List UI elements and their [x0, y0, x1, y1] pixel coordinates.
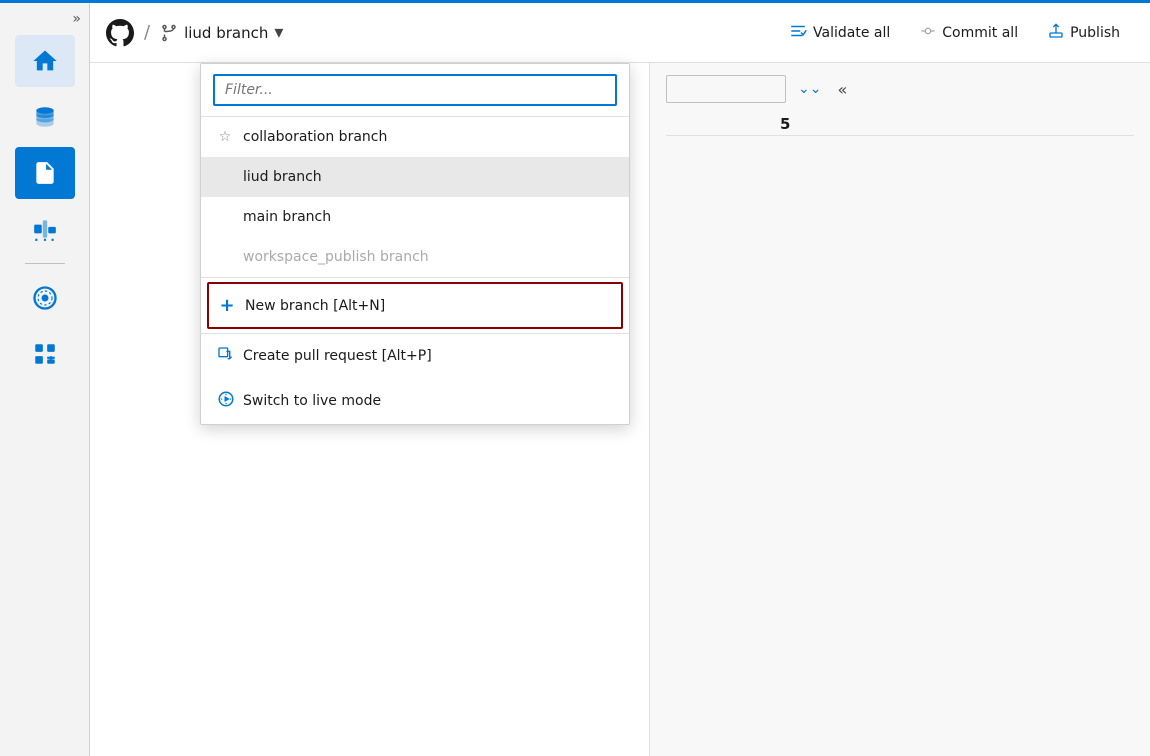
- branch-item-collaboration[interactable]: ☆ collaboration branch: [201, 117, 629, 157]
- toolbar: / liud branch ▾: [90, 3, 1150, 63]
- branch-dropdown: ☆ collaboration branch liud branch main …: [200, 63, 630, 425]
- extra-action-list: Create pull request [Alt+P]: [201, 334, 629, 424]
- branch-chevron-icon: ▾: [274, 22, 283, 43]
- branch-item-label: liud branch: [243, 169, 322, 185]
- branch-item-workspace-publish[interactable]: workspace_publish branch: [201, 237, 629, 277]
- switch-live-label: Switch to live mode: [243, 393, 381, 409]
- monitor-icon: [31, 284, 59, 312]
- right-panel: ⌄⌄ « 5: [650, 63, 1150, 756]
- sidebar-item-pipeline[interactable]: [15, 203, 75, 255]
- sidebar: »: [0, 3, 90, 756]
- database-icon: [32, 104, 58, 130]
- commit-icon: [920, 23, 936, 43]
- sidebar-item-monitor[interactable]: [15, 272, 75, 324]
- main-content: / liud branch ▾: [90, 3, 1150, 756]
- dropdown-filter-section: [201, 64, 629, 117]
- left-panel: ☆ collaboration branch liud branch main …: [90, 63, 650, 756]
- publish-button[interactable]: Publish: [1034, 17, 1134, 49]
- action-list: + New branch [Alt+N]: [201, 282, 629, 329]
- dropdown-divider-1: [201, 277, 629, 278]
- branch-item-icon: [217, 209, 233, 225]
- toolbar-separator: /: [144, 22, 150, 43]
- branch-item-label: main branch: [243, 209, 331, 225]
- new-branch-item[interactable]: + New branch [Alt+N]: [207, 282, 623, 329]
- branch-icon: [160, 24, 178, 42]
- validate-all-label: Validate all: [813, 25, 890, 41]
- branch-list: ☆ collaboration branch liud branch main …: [201, 117, 629, 277]
- home-icon: [31, 47, 59, 75]
- app-container: »: [0, 3, 1150, 756]
- pull-request-item[interactable]: Create pull request [Alt+P]: [201, 334, 629, 378]
- collapse-down-icon[interactable]: ⌄⌄: [794, 79, 825, 99]
- pipeline-icon: [32, 216, 58, 242]
- toolbar-actions: Validate all Commit all: [775, 16, 1134, 50]
- validate-all-button[interactable]: Validate all: [775, 16, 904, 50]
- publish-icon: [1048, 23, 1064, 43]
- collapse-left-icon[interactable]: «: [833, 78, 851, 101]
- plus-icon: +: [219, 295, 235, 316]
- new-branch-label: New branch [Alt+N]: [245, 298, 385, 314]
- sidebar-item-tools[interactable]: [15, 328, 75, 380]
- sidebar-item-documents[interactable]: [15, 147, 75, 199]
- pull-request-icon: [217, 346, 233, 366]
- documents-icon: [32, 160, 58, 186]
- filter-input[interactable]: [213, 74, 617, 106]
- branch-item-label: collaboration branch: [243, 129, 387, 145]
- commit-all-button[interactable]: Commit all: [906, 17, 1032, 49]
- branch-item-label: workspace_publish branch: [243, 249, 429, 265]
- tools-icon: [32, 341, 58, 367]
- github-icon: [106, 19, 134, 47]
- panel-number: 5: [780, 115, 790, 133]
- branch-item-icon: [217, 169, 233, 185]
- sidebar-divider: [25, 263, 65, 264]
- star-icon: ☆: [217, 129, 233, 145]
- content-area: ☆ collaboration branch liud branch main …: [90, 63, 1150, 756]
- panel-search-box[interactable]: [666, 75, 786, 103]
- branch-item-main[interactable]: main branch: [201, 197, 629, 237]
- branch-name-label: liud branch: [184, 24, 268, 42]
- publish-label: Publish: [1070, 25, 1120, 41]
- sidebar-item-database[interactable]: [15, 91, 75, 143]
- branch-selector[interactable]: liud branch ▾: [160, 22, 283, 43]
- toolbar-brand: / liud branch ▾: [106, 19, 283, 47]
- branch-item-liud[interactable]: liud branch: [201, 157, 629, 197]
- sidebar-expand-button[interactable]: »: [0, 11, 89, 27]
- panel-divider: [666, 135, 1134, 136]
- live-mode-icon: [217, 390, 233, 412]
- pull-request-label: Create pull request [Alt+P]: [243, 348, 432, 364]
- panel-controls: ⌄⌄ «: [666, 75, 851, 103]
- sidebar-item-home[interactable]: [15, 35, 75, 87]
- validate-icon: [789, 22, 807, 44]
- expand-icon: »: [72, 11, 81, 27]
- switch-live-item[interactable]: Switch to live mode: [201, 378, 629, 424]
- commit-all-label: Commit all: [942, 25, 1018, 41]
- branch-item-icon: [217, 249, 233, 265]
